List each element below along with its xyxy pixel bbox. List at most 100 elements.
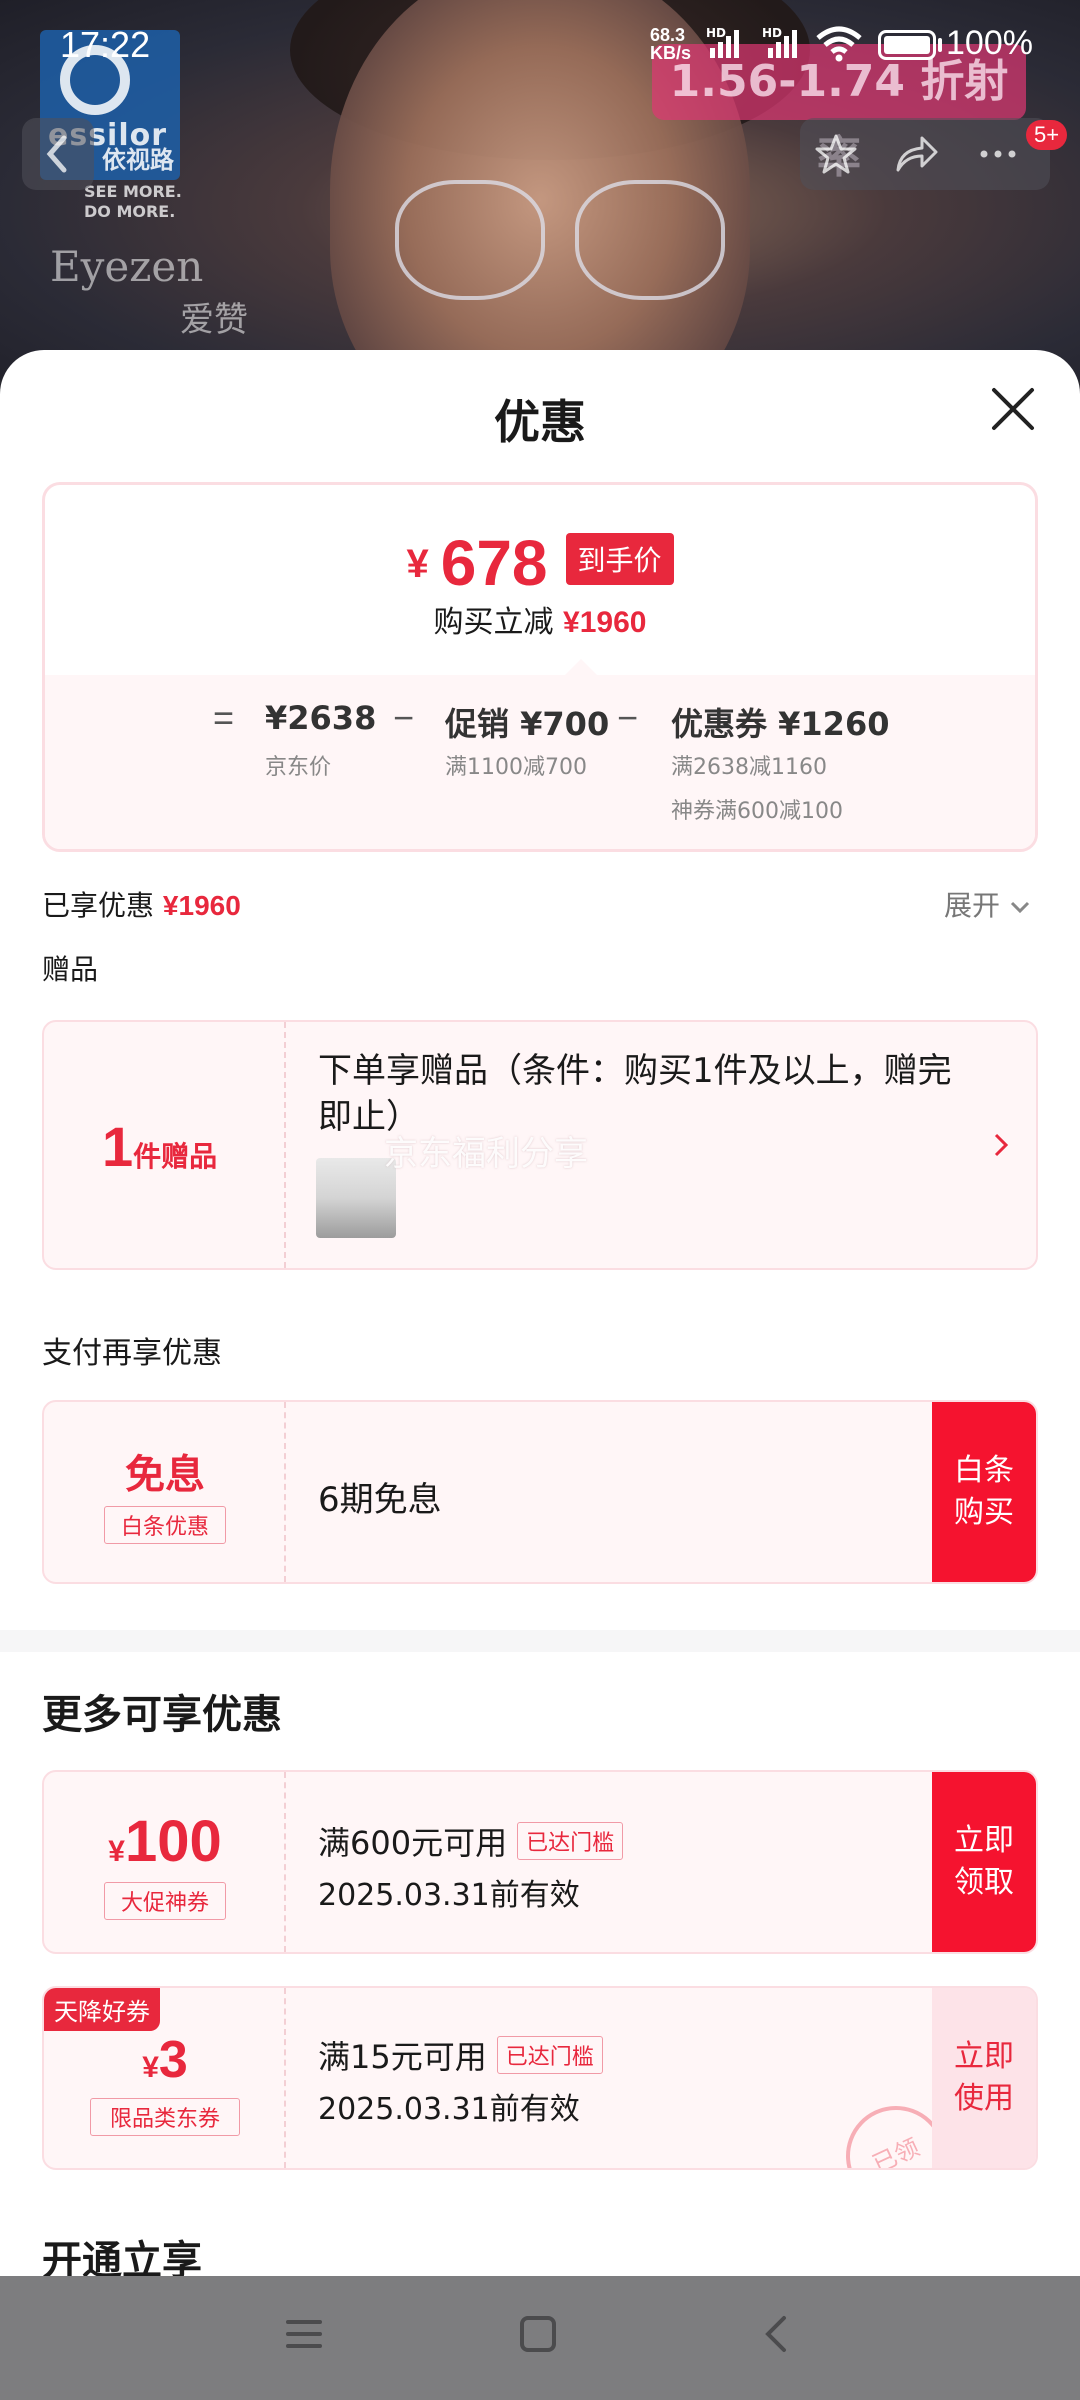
product-name-en: Eyezen — [50, 242, 204, 291]
use-coupon-label: 立即使用 — [954, 2039, 1014, 2116]
coupon-symbol: ¥ — [108, 1835, 125, 1868]
instant-discount-amount: ¥1960 — [563, 606, 647, 639]
battery-percent: 100% — [946, 24, 1033, 62]
signal-icon-1 — [710, 28, 739, 58]
sheet-title: 优惠 — [494, 395, 586, 449]
coupon-card: ¥3 限品类东券 天降好券 满15元可用 已达门槛 2025.03.31前有效 … — [42, 1986, 1038, 2170]
wifi-icon — [816, 26, 862, 62]
price-breakdown: = ¥2638 京东价 − 促销 ¥700 满1100减700 − 优惠券 ¥1… — [45, 659, 1035, 849]
minus-sign-2: − — [617, 697, 639, 738]
nav-back-icon[interactable] — [756, 2314, 796, 2354]
brand-cn: 依视路 — [102, 146, 174, 174]
coupon-symbol: ¥ — [142, 2051, 159, 2084]
net-speed-value: 68.3 — [650, 25, 686, 45]
coupon-condition: 满15元可用 已达门槛 — [318, 2032, 603, 2078]
price-symbol: ¥ — [406, 542, 429, 586]
coupon-amount: 3 — [158, 2031, 188, 2089]
gift-count-number: 1 — [102, 1115, 134, 1178]
final-price-card: ¥ 678 到手价 购买立减 ¥1960 = ¥2638 京东价 − 促销 ¥7… — [42, 482, 1038, 852]
more-offers-title: 更多可享优惠 — [42, 1692, 282, 1738]
coupon-value: ¥100 — [44, 1808, 286, 1875]
promotion-sheet: 优惠 ¥ 678 到手价 购买立减 ¥1960 = ¥2638 京东价 − 促销… — [0, 350, 1080, 2276]
coupon-amount: 100 — [124, 1809, 222, 1874]
chevron-right-icon — [994, 1133, 1009, 1157]
more-icon[interactable] — [976, 132, 1020, 176]
instant-discount-label: 购买立减 — [433, 605, 554, 640]
net-speed: 68.3 KB/s — [650, 26, 691, 62]
jd-price-label: 京东价 — [265, 755, 332, 780]
coupon-note-2: 神券满600减100 — [671, 799, 843, 824]
glasses-left-lens — [395, 180, 545, 300]
coupon-value: ¥3 — [44, 2030, 286, 2090]
enjoyed-label: 已享优惠 — [42, 889, 155, 922]
interest-free-title: 免息 — [125, 1452, 205, 1498]
open-membership-title: 开通立享 — [42, 2238, 202, 2276]
coupon-amount: 优惠券 ¥1260 — [671, 705, 890, 743]
baitiao-buy-label: 白条购买 — [954, 1453, 1014, 1530]
status-bar: 17:22 68.3 KB/s HD HD 100% — [0, 0, 1080, 90]
claim-coupon-label: 立即领取 — [954, 1823, 1014, 1900]
installment-card: 免息 白条优惠 6期免息 白条购买 — [42, 1400, 1038, 1584]
system-nav-bar — [0, 2276, 1080, 2400]
enjoyed-discount: 已享优惠 ¥1960 — [42, 884, 241, 924]
equals-sign: = — [213, 697, 235, 738]
chevron-down-icon — [1010, 901, 1029, 914]
menu-icon[interactable] — [284, 2314, 324, 2354]
installment-plan: 6期免息 — [318, 1480, 442, 1520]
product-name-cn: 爱赞 — [180, 300, 248, 340]
back-icon — [46, 135, 67, 173]
expand-label: 展开 — [944, 889, 1001, 922]
star-icon[interactable] — [814, 132, 858, 176]
final-price-tag: 到手价 — [565, 533, 674, 585]
gift-count-panel: 1件赠品 — [44, 1022, 286, 1268]
coupon-validity: 2025.03.31前有效 — [318, 1878, 580, 1913]
close-icon[interactable] — [990, 386, 1036, 432]
coupon-card: ¥100 大促神券 满600元可用 已达门槛 2025.03.31前有效 立即领… — [42, 1770, 1038, 1954]
gift-count: 1件赠品 — [102, 1114, 217, 1179]
coupon-condition-text: 满600元可用 — [318, 1824, 508, 1862]
coupon-note-1: 满2638减1160 — [671, 755, 827, 780]
slogan-line1: SEE MORE. — [84, 182, 182, 201]
coupon-type-tag: 大促神券 — [104, 1882, 226, 1920]
top-actions — [800, 118, 1050, 190]
use-coupon-button[interactable]: 立即使用 — [932, 1988, 1036, 2168]
gift-card[interactable]: 1件赠品 下单享赠品（条件：购买1件及以上，赠完即止） 京东福利分享 — [42, 1020, 1038, 1270]
instant-discount: 购买立减 ¥1960 — [45, 597, 1035, 641]
back-button[interactable] — [22, 118, 94, 190]
section-divider — [0, 1630, 1080, 1652]
pay-section-title: 支付再享优惠 — [42, 1336, 222, 1371]
enjoyed-amount: ¥1960 — [162, 890, 241, 921]
message-badge: 5+ — [1026, 120, 1068, 150]
baitiao-buy-button[interactable]: 白条购买 — [932, 1402, 1036, 1582]
coupon-condition-text: 满15元可用 — [318, 2038, 487, 2076]
price-amount: 678 — [440, 527, 548, 599]
signal-icon-2 — [768, 28, 797, 58]
installment-left-panel: 免息 白条优惠 — [44, 1402, 286, 1582]
glasses-right-lens — [575, 180, 725, 300]
minus-sign-1: − — [393, 697, 415, 738]
brand-slogan: SEE MORE. DO MORE. — [84, 182, 182, 222]
home-icon[interactable] — [518, 2314, 558, 2354]
battery-icon — [878, 30, 936, 60]
corner-tag: 天降好券 — [44, 1988, 160, 2031]
final-price: ¥ 678 到手价 — [45, 531, 1035, 595]
status-time: 17:22 — [60, 24, 151, 65]
gift-count-label: 件赠品 — [133, 1140, 218, 1173]
coupon-validity: 2025.03.31前有效 — [318, 2092, 580, 2127]
net-speed-unit: KB/s — [650, 43, 692, 63]
claim-coupon-button[interactable]: 立即领取 — [932, 1772, 1036, 1952]
threshold-reached-tag: 已达门槛 — [496, 2036, 603, 2074]
threshold-reached-tag: 已达门槛 — [517, 1822, 624, 1860]
gifts-section-title: 赠品 — [42, 953, 99, 986]
coupon-value-panel: ¥100 大促神券 — [44, 1772, 286, 1952]
watermark-text: 京东福利分享 — [384, 1134, 588, 1174]
share-icon[interactable] — [894, 132, 938, 176]
promo-amount: 促销 ¥700 — [445, 705, 610, 743]
promo-note: 满1100减700 — [445, 755, 587, 780]
battery-tip — [938, 38, 942, 52]
baitiao-tag: 白条优惠 — [104, 1506, 226, 1544]
slogan-line2: DO MORE. — [84, 202, 176, 221]
coupon-condition: 满600元可用 已达门槛 — [318, 1818, 624, 1864]
expand-button[interactable]: 展开 — [944, 884, 1031, 924]
jd-price: ¥2638 — [265, 699, 377, 737]
